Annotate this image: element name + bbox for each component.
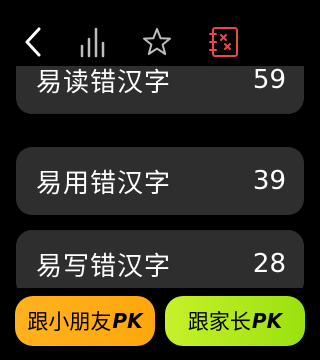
bar-chart-icon <box>80 27 105 58</box>
list-item-write-wrong[interactable]: 易写错汉字 28 <box>16 230 304 288</box>
list-item-count: 59 <box>252 66 286 95</box>
pk-with-parent-label: 跟家长 <box>187 310 251 334</box>
pk-with-kids-button[interactable]: 跟小朋友 PK <box>15 296 155 346</box>
list-item-label: 易写错汉字 <box>36 251 172 282</box>
category-list: 易读错汉字 59 易用错汉字 39 易写错汉字 28 <box>0 66 320 288</box>
list-item-read-wrong[interactable]: 易读错汉字 59 <box>16 66 304 114</box>
list-item-count: 28 <box>252 249 286 279</box>
list-item-use-wrong[interactable]: 易用错汉字 39 <box>16 147 304 215</box>
top-toolbar <box>0 0 320 66</box>
screen: 易读错汉字 59 易用错汉字 39 易写错汉字 28 跟小朋友 PK 跟家长 PK <box>0 0 320 360</box>
wrong-book-button[interactable] <box>205 22 245 62</box>
star-icon <box>143 28 171 55</box>
pk-with-kids-label: 跟小朋友 <box>27 310 112 334</box>
statistics-button[interactable] <box>72 22 112 62</box>
favorites-button[interactable] <box>137 22 177 62</box>
list-item-count: 39 <box>252 166 286 196</box>
back-chevron-icon <box>25 27 41 57</box>
back-button[interactable] <box>14 22 54 62</box>
list-item-label: 易读错汉字 <box>36 67 172 98</box>
pk-suffix: PK <box>112 309 143 333</box>
pk-with-parent-button[interactable]: 跟家长 PK <box>165 296 305 346</box>
bottom-action-bar: 跟小朋友 PK 跟家长 PK <box>0 288 320 360</box>
wrong-book-icon <box>209 27 238 57</box>
list-item-label: 易用错汉字 <box>36 168 172 199</box>
pk-suffix: PK <box>251 309 283 333</box>
